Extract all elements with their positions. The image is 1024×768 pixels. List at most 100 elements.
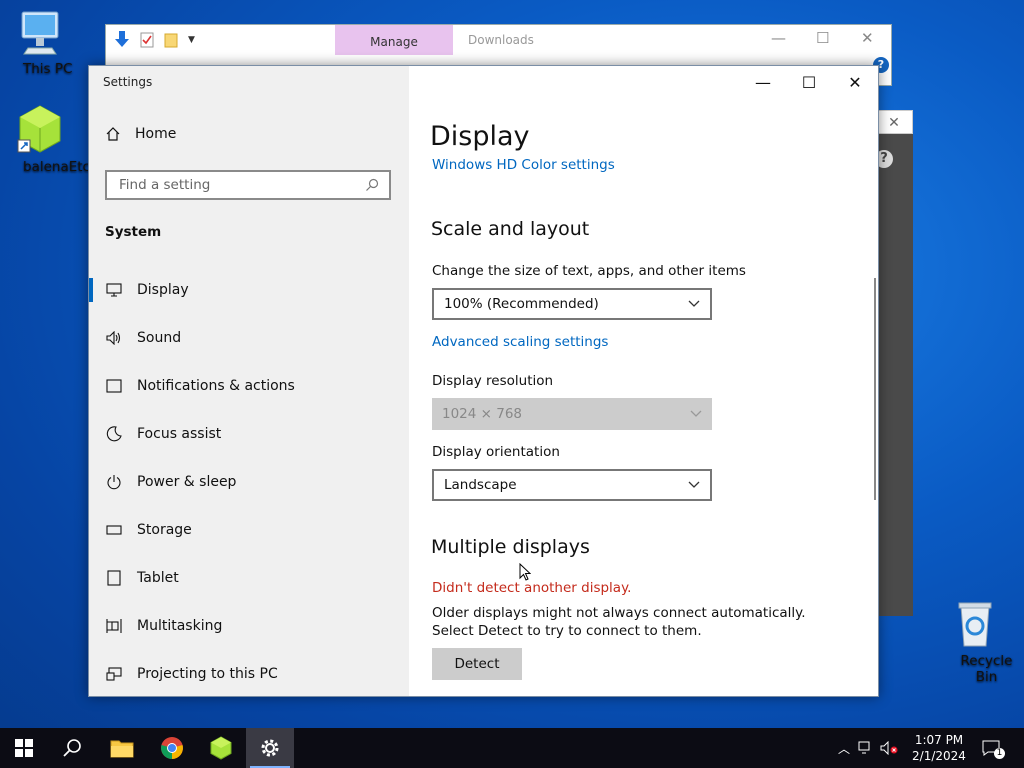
explorer-title: Downloads	[468, 33, 534, 47]
clock[interactable]: 1:07 PM 2/1/2024	[904, 732, 974, 764]
properties-icon[interactable]	[140, 32, 154, 48]
notification-icon	[105, 377, 123, 395]
detect-button[interactable]: Detect	[432, 648, 522, 680]
sidebar-item-tablet[interactable]: Tablet	[89, 554, 409, 602]
advanced-scaling-link[interactable]: Advanced scaling settings	[432, 334, 608, 350]
scale-layout-heading: Scale and layout	[431, 218, 590, 240]
multiple-displays-heading: Multiple displays	[431, 536, 590, 558]
taskbar-search-button[interactable]	[48, 728, 96, 768]
system-tray: ︿	[838, 728, 898, 768]
monitor-icon	[105, 281, 123, 299]
sidebar-item-label: Power & sleep	[137, 474, 237, 490]
nav-home-label: Home	[135, 126, 177, 142]
home-icon	[106, 127, 120, 141]
scrollbar[interactable]	[874, 278, 876, 500]
resolution-label: Display resolution	[432, 373, 554, 389]
windows-logo-icon	[15, 739, 33, 757]
balenaetcher-icon	[210, 736, 232, 760]
search-icon	[63, 739, 81, 757]
desktop-icon-this-pc[interactable]: This PC	[0, 8, 80, 77]
action-center-button[interactable]: 1	[982, 728, 1012, 768]
detect-error-text: Didn't detect another display.	[432, 580, 632, 596]
scale-label: Change the size of text, apps, and other…	[432, 263, 746, 279]
chevron-up-icon[interactable]: ︿	[838, 740, 850, 757]
download-arrow-icon[interactable]	[114, 31, 130, 49]
maximize-icon[interactable]: ☐	[816, 29, 829, 47]
network-icon[interactable]	[858, 741, 874, 755]
sidebar-item-display[interactable]: Display	[89, 266, 409, 314]
tab-manage[interactable]: Manage	[335, 25, 453, 55]
tablet-icon	[105, 569, 123, 587]
sidebar-item-label: Multitasking	[137, 618, 223, 634]
computer-icon	[21, 11, 59, 55]
desktop-icon-label: This PC	[23, 61, 73, 77]
chevron-down-icon[interactable]: ▼	[188, 35, 195, 45]
minimize-icon[interactable]: —	[771, 29, 786, 47]
sidebar-item-projecting[interactable]: Projecting to this PC	[89, 650, 409, 698]
folder-icon	[110, 740, 134, 758]
sidebar-item-label: Projecting to this PC	[137, 666, 278, 682]
speaker-icon	[105, 329, 123, 347]
detect-info-text: Older displays might not always connect …	[432, 605, 806, 639]
page-title: Display	[430, 121, 530, 152]
search-input[interactable]	[117, 176, 365, 194]
taskbar-balenaetcher[interactable]	[197, 728, 245, 768]
settings-content: Display Windows HD Color settings Scale …	[409, 66, 878, 696]
chevron-down-icon	[690, 406, 702, 422]
sidebar-item-storage[interactable]: Storage	[89, 506, 409, 554]
desktop-icon-label: Recycle Bin	[960, 653, 1013, 685]
background-dark-window[interactable]: ✕ ?	[875, 110, 913, 616]
new-folder-icon[interactable]	[164, 32, 178, 48]
power-icon	[105, 473, 123, 491]
sidebar-item-label: Notifications & actions	[137, 378, 295, 394]
window-title: Settings	[103, 75, 153, 89]
nav-home[interactable]: Home	[105, 126, 176, 142]
close-icon[interactable]: ✕	[861, 29, 874, 47]
chevron-down-icon	[688, 296, 700, 312]
storage-icon	[105, 521, 123, 539]
settings-sidebar: Settings Home System Display Sound Notif…	[89, 66, 409, 696]
start-button[interactable]	[0, 728, 48, 768]
chevron-down-icon	[688, 477, 700, 493]
sidebar-item-label: Storage	[137, 522, 192, 538]
search-icon	[366, 178, 379, 191]
gear-icon	[261, 739, 279, 757]
sidebar-item-label: Sound	[137, 330, 182, 346]
taskbar-chrome[interactable]	[148, 728, 196, 768]
resolution-dropdown: 1024 × 768	[432, 398, 712, 430]
sidebar-item-label: Display	[137, 282, 189, 298]
recycle-bin-icon	[958, 602, 992, 647]
taskbar-settings[interactable]	[246, 728, 294, 768]
orientation-label: Display orientation	[432, 444, 560, 460]
scale-dropdown[interactable]: 100% (Recommended)	[432, 288, 712, 320]
close-icon[interactable]: ✕	[875, 110, 913, 134]
desktop-icon-balenaetcher[interactable]: balenaEtcher	[0, 104, 112, 175]
search-box[interactable]	[105, 170, 391, 200]
volume-muted-icon[interactable]	[880, 741, 898, 755]
orientation-dropdown-value: Landscape	[444, 477, 517, 493]
chrome-icon	[161, 737, 183, 759]
clock-date: 2/1/2024	[912, 749, 966, 763]
taskbar: ︿ 1:07 PM 2/1/2024 1	[0, 728, 1024, 768]
balenaetcher-icon	[17, 105, 61, 153]
settings-nav: Display Sound Notifications & actions Fo…	[89, 266, 409, 698]
hd-color-link[interactable]: Windows HD Color settings	[432, 157, 615, 173]
orientation-dropdown[interactable]: Landscape	[432, 469, 712, 501]
clock-time: 1:07 PM	[914, 733, 964, 747]
sidebar-item-notifications[interactable]: Notifications & actions	[89, 362, 409, 410]
sidebar-item-multitasking[interactable]: Multitasking	[89, 602, 409, 650]
notification-count-badge: 1	[994, 747, 1005, 759]
sidebar-item-sound[interactable]: Sound	[89, 314, 409, 362]
sidebar-item-focus-assist[interactable]: Focus assist	[89, 410, 409, 458]
sidebar-item-power-sleep[interactable]: Power & sleep	[89, 458, 409, 506]
sidebar-item-label: Focus assist	[137, 426, 222, 442]
moon-icon	[105, 425, 123, 443]
mouse-cursor-icon	[519, 563, 531, 581]
taskbar-file-explorer[interactable]	[98, 728, 146, 768]
desktop-icon-recycle-bin[interactable]: Recycle Bin	[935, 600, 1015, 685]
settings-window[interactable]: Settings Home System Display Sound Notif…	[88, 65, 879, 697]
sidebar-item-label: Tablet	[137, 570, 179, 586]
multitasking-icon	[105, 617, 123, 635]
projecting-icon	[105, 665, 123, 683]
scale-dropdown-value: 100% (Recommended)	[444, 296, 599, 312]
